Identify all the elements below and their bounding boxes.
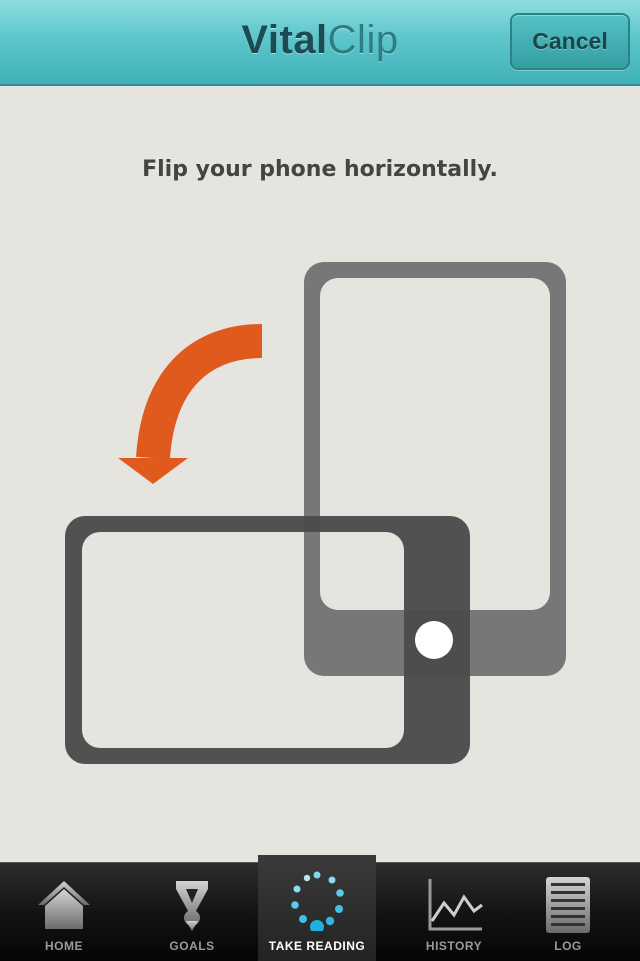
tab-log[interactable]: LOG <box>504 863 632 961</box>
tab-history[interactable]: HISTORY <box>390 863 518 961</box>
app-title-vital: Vital <box>241 18 328 62</box>
instruction-text: Flip your phone horizontally. <box>142 157 498 182</box>
tab-goals[interactable]: GOALS <box>128 863 256 961</box>
history-icon <box>428 879 483 931</box>
tab-log-label: LOG <box>554 939 582 953</box>
tab-home[interactable]: HOME <box>0 863 128 961</box>
nav-bar: VitalClip Cancel <box>0 0 640 86</box>
tab-bar: HOME GOALS TAKE READING HISTORY LOG <box>0 855 640 961</box>
rotate-arrow-icon <box>118 324 263 484</box>
tab-take-reading[interactable]: TAKE READING <box>258 855 376 961</box>
tab-goals-label: GOALS <box>169 939 215 953</box>
app-title-clip: Clip <box>327 18 399 62</box>
home-icon <box>38 881 90 929</box>
goals-icon <box>176 881 208 931</box>
take-reading-icon <box>291 871 344 931</box>
flip-phone-illustration <box>65 262 566 764</box>
tab-history-label: HISTORY <box>425 939 483 953</box>
landscape-phone-icon <box>65 516 470 764</box>
cancel-button[interactable]: Cancel <box>510 13 630 70</box>
tab-take-reading-label: TAKE READING <box>268 939 366 953</box>
tab-home-label: HOME <box>45 939 83 953</box>
log-icon <box>546 877 590 933</box>
